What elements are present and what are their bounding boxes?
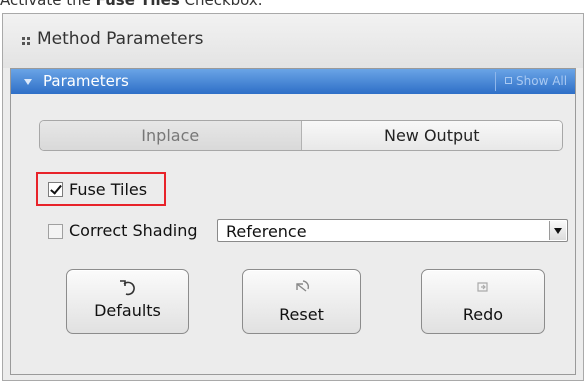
caption-bold: Fuse Tiles bbox=[95, 0, 180, 9]
method-title: Method Parameters bbox=[37, 29, 204, 49]
fuse-tiles-checkbox[interactable] bbox=[48, 182, 63, 197]
parameters-section: Parameters Show All Inplace New Output F… bbox=[10, 68, 576, 375]
show-all-icon bbox=[505, 77, 512, 84]
output-mode-segmented-control: Inplace New Output bbox=[39, 120, 563, 151]
method-panel: Method Parameters Parameters Show All In… bbox=[2, 13, 584, 381]
redo-label: Redo bbox=[462, 305, 504, 324]
fuse-tiles-label[interactable]: Fuse Tiles bbox=[69, 180, 147, 199]
redo-icon bbox=[422, 278, 544, 298]
tab-inplace[interactable]: Inplace bbox=[40, 121, 301, 150]
grip-icon bbox=[22, 37, 32, 45]
show-all-toggle[interactable]: Show All bbox=[505, 74, 567, 88]
method-header[interactable]: Method Parameters bbox=[3, 14, 583, 68]
show-all-label: Show All bbox=[516, 74, 568, 88]
instruction-caption: Activate the Fuse Tiles Checkbox. bbox=[0, 0, 587, 13]
correct-shading-checkbox[interactable] bbox=[48, 224, 63, 239]
reset-label: Reset bbox=[279, 305, 324, 324]
correct-shading-label[interactable]: Correct Shading bbox=[69, 221, 197, 240]
tab-new-output[interactable]: New Output bbox=[300, 121, 562, 150]
parameters-header[interactable]: Parameters Show All bbox=[11, 69, 575, 94]
parameters-title: Parameters bbox=[43, 72, 129, 90]
dropdown-arrow-icon[interactable] bbox=[549, 221, 566, 240]
reset-icon bbox=[243, 278, 360, 298]
dropdown-value: Reference bbox=[226, 222, 307, 241]
defaults-button[interactable]: Defaults bbox=[66, 269, 189, 334]
defaults-label: Defaults bbox=[94, 301, 161, 320]
header-divider bbox=[495, 72, 496, 91]
caption-suffix: Checkbox. bbox=[179, 0, 263, 9]
redo-button[interactable]: Redo bbox=[421, 269, 545, 334]
caption-prefix: Activate the bbox=[0, 0, 96, 9]
collapse-triangle-icon[interactable] bbox=[24, 79, 32, 85]
reset-button[interactable]: Reset bbox=[242, 269, 361, 334]
shading-reference-dropdown[interactable]: Reference bbox=[217, 219, 568, 242]
undo-icon bbox=[67, 278, 188, 298]
